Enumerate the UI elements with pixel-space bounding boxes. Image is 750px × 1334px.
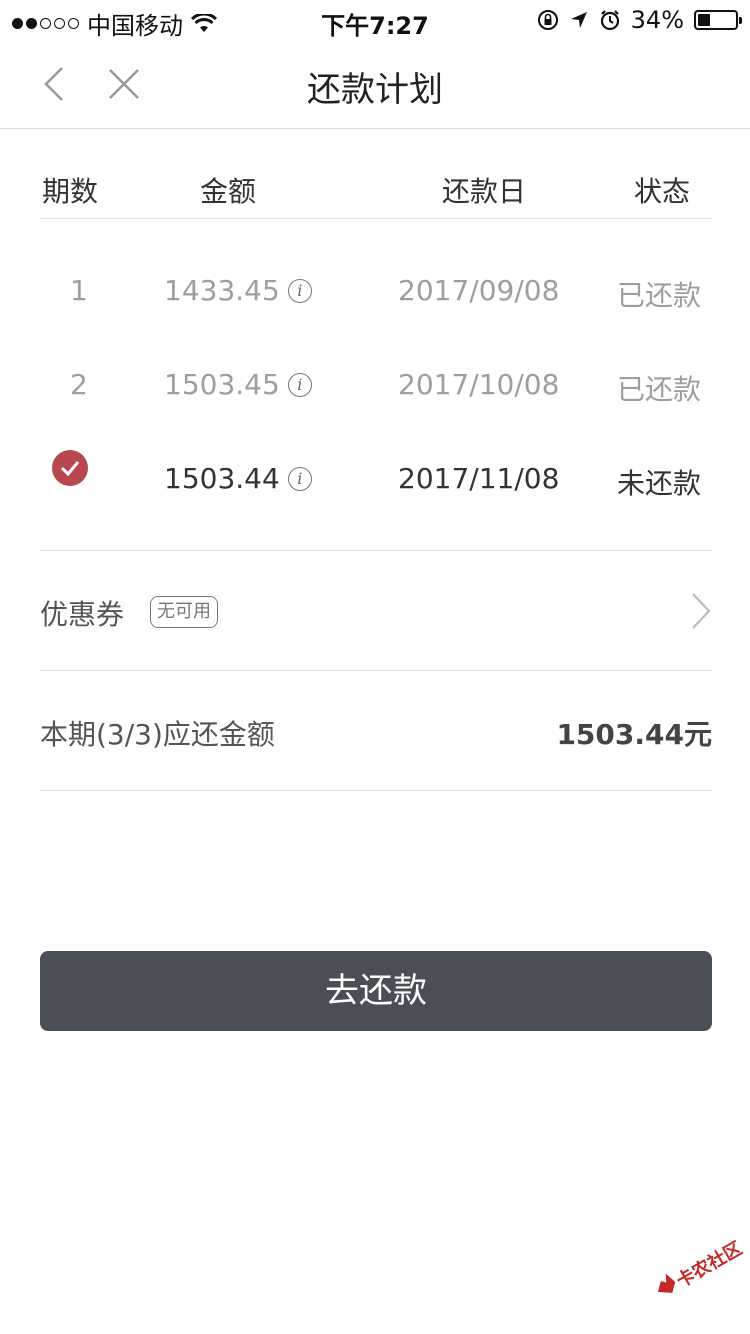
row-amount-group: 1503.45 i bbox=[164, 368, 312, 401]
checkmark-icon[interactable] bbox=[52, 450, 88, 486]
row-status: 已还款 bbox=[617, 279, 702, 312]
info-icon[interactable]: i bbox=[287, 278, 312, 303]
status-bar: 中国移动 下午7:27 34% bbox=[0, 0, 750, 40]
header-date: 还款日 bbox=[442, 175, 527, 208]
row-date: 2017/11/08 bbox=[398, 462, 560, 495]
row-amount-group: 1503.44 i bbox=[164, 462, 312, 495]
due-amount-row: 本期(3/3)应还金额 1503.44元 bbox=[40, 671, 712, 789]
row-period: 1 bbox=[70, 274, 88, 307]
status-right: 34% bbox=[537, 6, 742, 34]
rotation-lock-icon bbox=[537, 10, 558, 30]
battery-percent: 34% bbox=[630, 6, 684, 34]
svg-text:卡农社区: 卡农社区 bbox=[672, 1240, 745, 1292]
row-amount: 1433.45 bbox=[164, 274, 280, 307]
table-row[interactable]: 1 1433.45 i 2017/09/08 已还款 bbox=[40, 274, 712, 368]
row-period: 2 bbox=[70, 368, 88, 401]
row-amount: 1503.44 bbox=[164, 462, 280, 495]
table-row[interactable]: 1503.44 i 2017/11/08 未还款 bbox=[40, 450, 712, 556]
row-date: 2017/09/08 bbox=[398, 274, 560, 307]
info-icon[interactable]: i bbox=[287, 372, 312, 397]
row-status: 未还款 bbox=[617, 467, 702, 500]
pay-button[interactable]: 去还款 bbox=[40, 951, 712, 1031]
table-row[interactable]: 2 1503.45 i 2017/10/08 已还款 bbox=[40, 368, 712, 462]
location-icon bbox=[570, 12, 587, 28]
coupon-row[interactable]: 优惠券 无可用 bbox=[40, 551, 712, 669]
battery-icon bbox=[694, 10, 742, 30]
page-title: 还款计划 bbox=[307, 70, 443, 110]
row-date: 2017/10/08 bbox=[398, 368, 560, 401]
row-status: 已还款 bbox=[617, 373, 702, 406]
alarm-icon bbox=[600, 10, 619, 31]
plan-table-header: 期数 金额 还款日 状态 bbox=[40, 160, 712, 219]
row-amount-group: 1433.45 i bbox=[164, 274, 312, 307]
divider bbox=[40, 790, 712, 791]
header-period: 期数 bbox=[42, 175, 99, 208]
coupon-label: 优惠券 bbox=[40, 598, 125, 631]
coupon-badge: 无可用 bbox=[150, 596, 218, 628]
header-amount: 金额 bbox=[200, 175, 257, 208]
row-amount: 1503.45 bbox=[164, 368, 280, 401]
watermark-logo: 卡农社区 bbox=[657, 1240, 746, 1293]
due-label: 本期(3/3)应还金额 bbox=[40, 718, 275, 751]
header-status: 状态 bbox=[634, 175, 691, 208]
info-icon[interactable]: i bbox=[287, 466, 312, 491]
chevron-right-icon bbox=[692, 593, 711, 629]
nav-bar: 还款计划 bbox=[0, 40, 750, 129]
due-value: 1503.44元 bbox=[556, 718, 712, 751]
